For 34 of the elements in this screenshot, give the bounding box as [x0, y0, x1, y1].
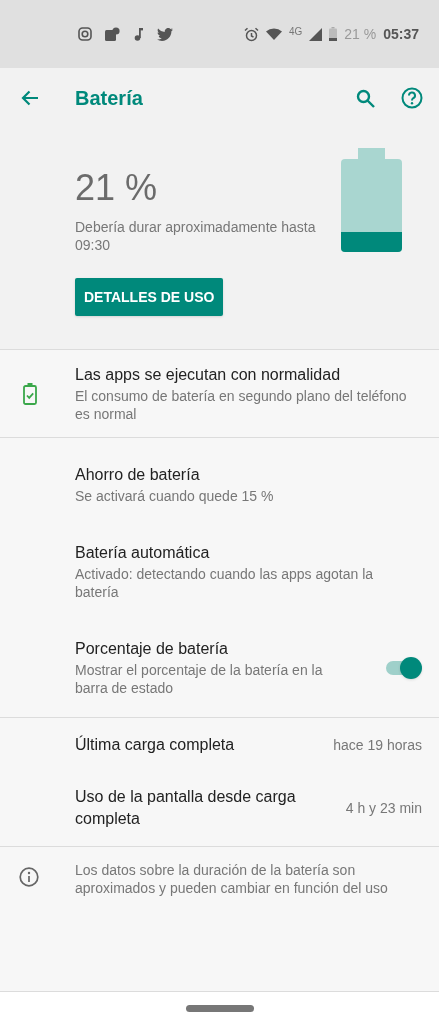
page-title: Batería: [75, 86, 143, 111]
toggle-switch[interactable]: [386, 656, 422, 679]
battery-percentage: 21 %: [75, 166, 159, 210]
back-arrow-icon: [21, 90, 39, 106]
row-title: Batería automática: [75, 543, 211, 563]
music-note-icon: [133, 27, 144, 41]
row-value: 4 h y 23 min: [345, 798, 422, 818]
info-note: Los datos sobre la duración de la batería son aproximados y pueden cambiar en función del uso: [75, 861, 389, 897]
alarm-clock-icon: [243, 26, 259, 42]
battery-estimate: Debería durar aproximadamente hasta 09:30: [75, 218, 317, 254]
battery-percent-label: 21 %: [344, 24, 377, 44]
row-summary: Se activará cuando quede 15 %: [75, 487, 275, 505]
row-summary: Activado: detectando cuando las apps agotan la batería: [75, 565, 375, 601]
row-title: Porcentaje de batería: [75, 639, 229, 659]
wifi-icon: [265, 28, 282, 40]
search-icon: [355, 88, 375, 108]
clock-label: 05:37: [383, 24, 419, 44]
help-icon: [401, 87, 423, 109]
signal-icon: [309, 27, 323, 41]
row-title: Ahorro de batería: [75, 465, 201, 485]
row-title: Última carga completa: [75, 734, 236, 755]
usage-details-button[interactable]: DETALLES DE USO: [75, 278, 224, 316]
row-summary: Mostrar el porcentaje de la batería en la barra de estado: [75, 661, 324, 697]
row-title: Uso de la pantalla desde carga completa: [75, 787, 297, 829]
network-type-label: 4G: [288, 24, 303, 39]
info-icon: [19, 867, 39, 887]
row-title: Las apps se ejecutan con normalidad: [75, 365, 342, 385]
row-summary: El consumo de batería en segundo plano del teléfono es normal: [75, 387, 408, 423]
row-value: hace 19 horas: [333, 735, 422, 755]
bird-icon: [157, 27, 173, 41]
camera-icon: [78, 27, 92, 41]
home-handle[interactable]: [185, 1005, 254, 1012]
battery-check-icon: [23, 382, 37, 405]
battery-icon: [329, 27, 338, 41]
